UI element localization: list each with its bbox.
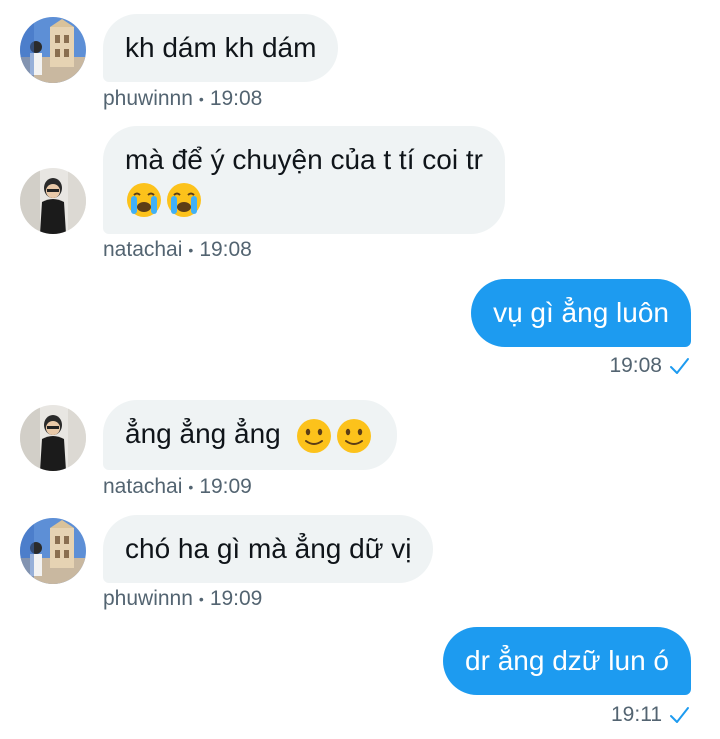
incoming-message-bubble[interactable]: kh dám kh dám xyxy=(103,14,339,82)
avatar-person-photo-icon xyxy=(20,405,86,471)
dm-conversation-thread: kh dám kh dám phuwinnn • 19:08 mà để ý chu… xyxy=(0,0,720,739)
message-time: 19:08 xyxy=(199,238,252,261)
message-time: 19:08 xyxy=(209,87,263,110)
avatar-phuwinnn[interactable] xyxy=(20,17,86,83)
incoming-message-bubble[interactable]: chó ha gì mà ẳng dữ vị xyxy=(103,515,434,583)
slight-smile-emoji-icon xyxy=(335,417,373,455)
message-time: 19:09 xyxy=(209,587,263,610)
message-text: mà để ý chuyện của t tí coi tr xyxy=(125,144,483,175)
message-meta: natachai • 19:09 xyxy=(103,475,252,499)
message-text: dr ẳng dzữ lun ó xyxy=(465,645,669,676)
sent-check-icon xyxy=(670,358,689,374)
message-time: 19:09 xyxy=(199,475,252,498)
crying-face-emoji-icon xyxy=(125,181,163,219)
message-time: 19:08 xyxy=(609,354,662,377)
emoji-row xyxy=(125,180,483,219)
message-text: vụ gì ẳng luôn xyxy=(493,297,669,328)
crying-face-emoji-icon xyxy=(165,181,203,219)
avatar-natachai[interactable] xyxy=(20,405,86,471)
outgoing-message-bubble[interactable]: vụ gì ẳng luôn xyxy=(471,279,691,347)
sender-name[interactable]: phuwinnn xyxy=(103,87,193,110)
message-text: chó ha gì mà ẳng dữ vị xyxy=(125,533,412,564)
avatar-building-photo-icon xyxy=(20,17,86,83)
avatar-building-photo-icon xyxy=(20,518,86,584)
incoming-message-bubble[interactable]: mà để ý chuyện của t tí coi tr xyxy=(103,126,505,234)
outgoing-message-bubble[interactable]: dr ẳng dzữ lun ó xyxy=(443,627,691,695)
message-time: 19:11 xyxy=(611,703,662,726)
slight-smile-emoji-icon xyxy=(295,417,333,455)
message-meta: 19:11 xyxy=(611,703,690,727)
message-text: kh dám kh dám xyxy=(125,32,317,63)
sender-name[interactable]: phuwinnn xyxy=(103,587,193,610)
meta-separator: • xyxy=(198,91,204,108)
sender-name[interactable]: natachai xyxy=(103,238,182,261)
sent-check-icon xyxy=(670,707,689,723)
meta-separator: • xyxy=(188,479,194,496)
incoming-message-bubble[interactable]: ẳng ẳng ẳng xyxy=(103,400,397,470)
message-text: ẳng ẳng ẳng xyxy=(125,418,281,449)
message-meta: phuwinnn • 19:09 xyxy=(103,587,262,611)
message-meta: phuwinnn • 19:08 xyxy=(103,87,262,111)
message-meta: 19:08 xyxy=(609,354,690,378)
avatar-person-photo-icon xyxy=(20,168,86,234)
avatar-phuwinnn[interactable] xyxy=(20,518,86,584)
message-meta: natachai • 19:08 xyxy=(103,238,252,262)
avatar-natachai[interactable] xyxy=(20,168,86,234)
meta-separator: • xyxy=(188,242,194,259)
sender-name[interactable]: natachai xyxy=(103,475,182,498)
meta-separator: • xyxy=(198,591,204,608)
